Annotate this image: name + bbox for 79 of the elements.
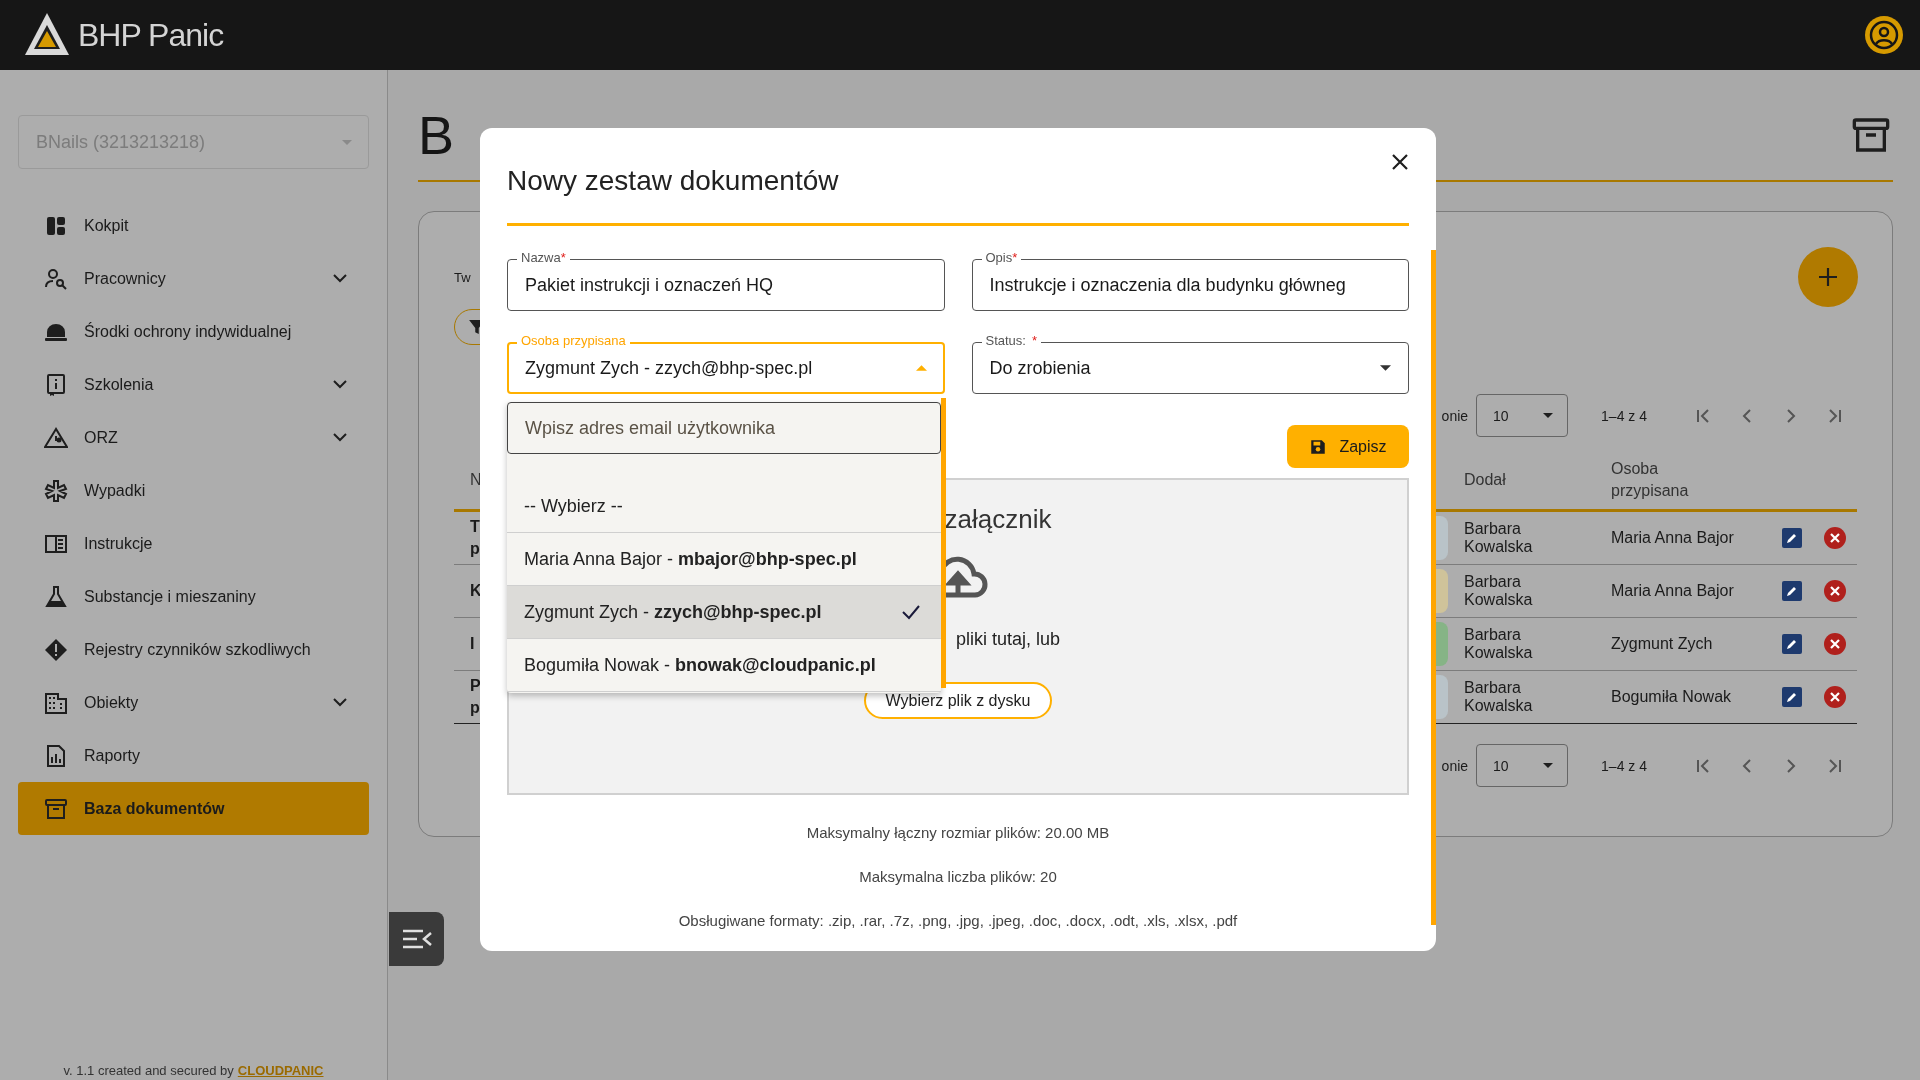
delete-icon[interactable] — [1824, 633, 1846, 655]
table-cell-text: Maria Anna Bajor — [1611, 582, 1735, 600]
caret-icon — [1380, 365, 1391, 371]
column-header: N — [469, 470, 483, 490]
check-icon — [901, 604, 921, 620]
sidebar-item[interactable]: Pracownicy — [18, 252, 369, 305]
dropzone-title: załącznik — [944, 504, 1052, 535]
delete-icon[interactable] — [1824, 580, 1846, 602]
column-header: Dodał — [1464, 470, 1507, 490]
sidebar-item[interactable]: Rejestry czynników szkodliwych — [18, 623, 369, 676]
sidebar-item[interactable]: Baza dokumentów — [18, 782, 369, 835]
page-title: B — [418, 104, 455, 166]
table-cell-text: Bogumiła Nowak — [1611, 688, 1733, 706]
asterisk-icon — [44, 478, 68, 503]
table-cell-text: K — [469, 581, 483, 601]
sidebar-item[interactable]: Szkolenia — [18, 358, 369, 411]
save-icon — [1309, 437, 1328, 456]
rows-per-page-select[interactable]: 10 — [1476, 744, 1569, 787]
field-label: Opis* — [981, 250, 1022, 266]
table-cell-text: T p — [469, 517, 481, 559]
flask-icon — [44, 584, 68, 609]
collapse-menu-icon — [400, 927, 433, 951]
sidebar-item[interactable]: ORZ — [18, 411, 369, 464]
table-cell-text: Maria Anna Bajor — [1611, 529, 1735, 547]
column-header: Osoba przypisana — [1611, 459, 1690, 501]
upload-note: Maksymalna liczba plików: 20 — [859, 867, 1057, 887]
person-search-icon — [44, 266, 68, 291]
edit-icon[interactable] — [1782, 581, 1802, 601]
dialog-title: Nowy zestaw dokumentów — [507, 165, 839, 197]
table-cell-text: Zygmunt Zych — [1611, 635, 1714, 653]
caret-icon — [1543, 763, 1554, 768]
plus-icon — [1816, 265, 1840, 289]
table-cell-text: Barbara Kowalska — [1464, 626, 1534, 662]
app-name: BHP Panic — [78, 16, 224, 54]
rows-per-page-label: onie — [1441, 757, 1469, 774]
table-cell-text: Barbara Kowalska — [1464, 520, 1534, 556]
book-icon — [44, 372, 68, 397]
sidebar-item[interactable]: Środki ochrony indywidualnej — [18, 305, 369, 358]
page-range: 1–4 z 4 — [1601, 407, 1647, 424]
sidebar-item[interactable]: Substancje i mieszaniny — [18, 570, 369, 623]
caret-icon — [1543, 413, 1554, 418]
table-cell-text: Barbara Kowalska — [1464, 679, 1534, 715]
rows-per-page-select[interactable]: 10 — [1476, 394, 1569, 437]
dropzone-hint: pliki tutaj, lub — [955, 629, 1061, 650]
archive-icon[interactable] — [1851, 115, 1891, 155]
edit-icon[interactable] — [1782, 634, 1802, 654]
sidebar-item[interactable]: Wypadki — [18, 464, 369, 517]
sidebar-item[interactable]: Kokpit — [18, 199, 369, 252]
building-icon — [44, 690, 68, 715]
dropdown-option[interactable]: Bogumiła Nowak - bnowak@cloudpanic.pl — [507, 639, 941, 692]
rows-per-page-label: onie — [1441, 407, 1469, 424]
table-cell-text: P p — [469, 676, 482, 718]
dropdown-option[interactable]: Zygmunt Zych - zzych@bhp-spec.pl — [507, 586, 941, 639]
search-field[interactable]: Wpisz adres email użytkownika — [507, 402, 941, 454]
close-icon[interactable] — [1390, 152, 1410, 172]
caret-icon — [342, 139, 352, 145]
report-icon — [44, 743, 68, 768]
upload-note: Obsługiwane formaty: .zip, .rar, .7z, .png, .jpg, .jpeg, .doc, .docx, .odt, .xls, .xlsx, .pdf — [678, 911, 1238, 931]
delete-icon[interactable] — [1824, 527, 1846, 549]
archive-icon — [44, 796, 68, 821]
upload-note: Maksymalny łączny rozmiar plików: 20.00 MB — [806, 823, 1110, 843]
field-label: Osoba przypisana — [517, 333, 630, 349]
user-avatar-icon[interactable] — [1864, 15, 1904, 55]
edit-icon[interactable] — [1782, 528, 1802, 548]
table-cell-text: I — [469, 634, 476, 654]
delete-icon[interactable] — [1824, 686, 1846, 708]
card-text: Tw — [454, 269, 471, 285]
sidebar-item[interactable]: Obiekty — [18, 676, 369, 729]
alert-diamond-icon — [44, 637, 68, 662]
collapse-menu-button[interactable] — [389, 912, 444, 966]
caret-icon — [915, 365, 927, 371]
table-cell-text: Barbara Kowalska — [1464, 573, 1534, 609]
page-range: 1–4 z 4 — [1601, 757, 1647, 774]
version-text: v. 1.1 created and secured by — [63, 1063, 234, 1078]
save-button[interactable]: Zapisz — [1287, 425, 1409, 468]
edit-icon[interactable] — [1782, 687, 1802, 707]
warning-icon — [44, 425, 68, 450]
sidebar-item[interactable]: Raporty — [18, 729, 369, 782]
sidebar-item[interactable]: Instrukcje — [18, 517, 369, 570]
